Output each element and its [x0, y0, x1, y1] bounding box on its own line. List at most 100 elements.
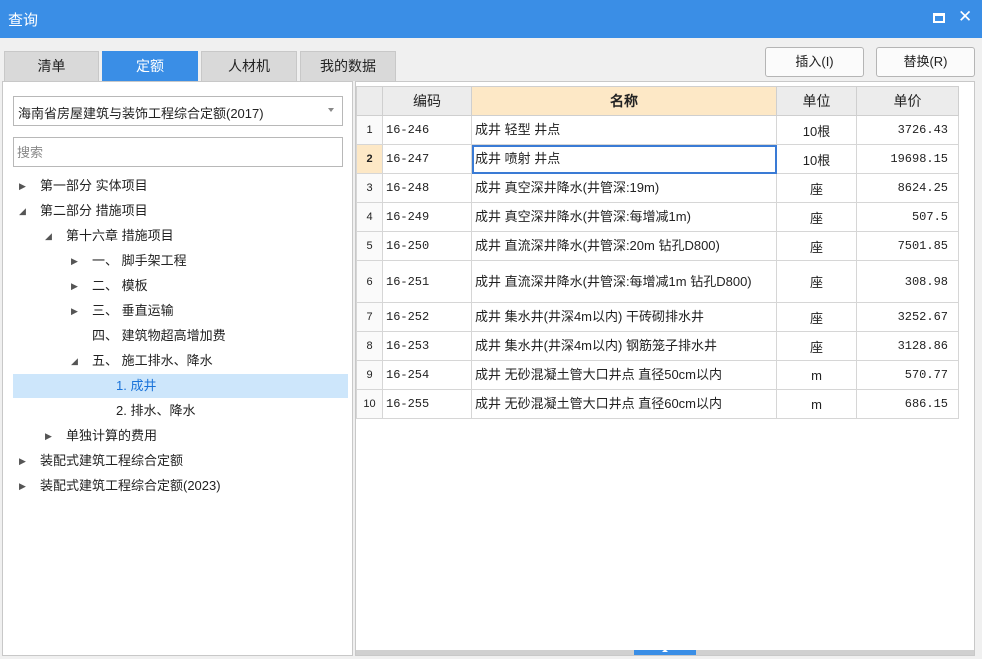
tab-bill[interactable]: 清单 [4, 51, 99, 81]
cell-code[interactable]: 16-253 [382, 331, 472, 361]
cell-unit[interactable]: 座 [776, 231, 857, 261]
cell-unit[interactable]: 10根 [776, 115, 857, 145]
replace-button[interactable]: 替换(R) [876, 47, 975, 77]
maximize-icon[interactable] [933, 13, 945, 23]
cell-price[interactable]: 507.5 [856, 202, 959, 232]
tab-my-data[interactable]: 我的数据 [300, 51, 396, 81]
cell-name[interactable]: 成井 集水井(井深4m以内) 钢筋笼子排水井 [471, 331, 777, 361]
cell-code[interactable]: 16-247 [382, 144, 472, 174]
column-header-unit[interactable]: 单位 [776, 86, 857, 116]
cell-price[interactable]: 7501.85 [856, 231, 959, 261]
cell-name[interactable]: 成井 无砂混凝土管大口井点 直径50cm以内 [471, 360, 777, 390]
cell-code[interactable]: 16-255 [382, 389, 472, 419]
cell-code[interactable]: 16-251 [382, 260, 472, 303]
cell-code[interactable]: 16-252 [382, 302, 472, 332]
tree-node[interactable]: ◢ 五、 施工排水、降水 [3, 349, 352, 373]
collapse-icon[interactable]: ◢ [71, 349, 78, 373]
table-row[interactable]: 4 16-249 成井 真空深井降水(井管深:每增减1m) 座 507.5 [356, 202, 959, 232]
cell-code[interactable]: 16-248 [382, 173, 472, 203]
table-row-selected[interactable]: 2 16-247 成井 喷射 井点 10根 19698.15 [356, 144, 959, 174]
tree-node-selected[interactable]: 1. 成井 [13, 374, 348, 398]
expand-icon[interactable]: ▶ [19, 474, 26, 498]
library-tree-panel: 海南省房屋建筑与装饰工程综合定额(2017) ▶ 第一部分 实体项目 ◢ 第二部… [2, 81, 353, 656]
cell-unit[interactable]: 10根 [776, 144, 857, 174]
chevron-down-icon [328, 108, 334, 112]
tab-quota[interactable]: 定额 [102, 51, 198, 81]
column-header-code[interactable]: 编码 [382, 86, 472, 116]
cell-name[interactable]: 成井 无砂混凝土管大口井点 直径60cm以内 [471, 389, 777, 419]
expand-icon[interactable]: ▶ [71, 249, 78, 273]
tree-node-label: 装配式建筑工程综合定额 [40, 453, 184, 468]
cell-name[interactable]: 成井 轻型 井点 [471, 115, 777, 145]
cell-unit[interactable]: 座 [776, 331, 857, 361]
close-icon[interactable]: ✕ [958, 6, 972, 28]
row-index: 5 [356, 231, 383, 261]
row-index: 6 [356, 260, 383, 303]
cell-price[interactable]: 570.77 [856, 360, 959, 390]
horizontal-scrollbar[interactable] [356, 649, 974, 655]
tree-node[interactable]: ◢ 第十六章 措施项目 [3, 224, 352, 248]
tree-node[interactable]: ▶ 二、 模板 [3, 274, 352, 298]
cell-price[interactable]: 19698.15 [856, 144, 959, 174]
collapse-icon[interactable]: ◢ [45, 224, 52, 248]
tree-node[interactable]: ▶ 第一部分 实体项目 [3, 174, 352, 198]
table-row[interactable]: 7 16-252 成井 集水井(井深4m以内) 干砖砌排水井 座 3252.67 [356, 302, 959, 332]
window-title: 查询 [8, 12, 39, 29]
expand-icon[interactable]: ▶ [45, 424, 52, 448]
cell-price[interactable]: 3726.43 [856, 115, 959, 145]
tree-node-label: 三、 垂直运输 [92, 303, 174, 318]
cell-price[interactable]: 308.98 [856, 260, 959, 303]
cell-unit[interactable]: 座 [776, 302, 857, 332]
table-row[interactable]: 3 16-248 成井 真空深井降水(井管深:19m) 座 8624.25 [356, 173, 959, 203]
expand-icon[interactable]: ▶ [19, 174, 26, 198]
table-row[interactable]: 6 16-251 成井 直流深井降水(井管深:每增减1m 钻孔D800) 座 3… [356, 260, 959, 303]
cell-code[interactable]: 16-250 [382, 231, 472, 261]
scrollbar-thumb[interactable] [634, 649, 696, 655]
quota-grid-panel: 编码 名称 单位 单价 1 16-246 成井 轻型 井点 10根 3726.4… [355, 81, 975, 656]
cell-code[interactable]: 16-249 [382, 202, 472, 232]
tree-node[interactable]: ▶ 三、 垂直运输 [3, 299, 352, 323]
tree-node[interactable]: ◢ 第二部分 措施项目 [3, 199, 352, 223]
tree-node[interactable]: ▶ 一、 脚手架工程 [3, 249, 352, 273]
tree-node[interactable]: ▶ 单独计算的费用 [3, 424, 352, 448]
tab-labor-material-machine[interactable]: 人材机 [201, 51, 297, 81]
title-bar: 查询 ✕ [0, 0, 982, 38]
table-row[interactable]: 8 16-253 成井 集水井(井深4m以内) 钢筋笼子排水井 座 3128.8… [356, 331, 959, 361]
tree-node[interactable]: ▶ 装配式建筑工程综合定额 [3, 449, 352, 473]
cell-price[interactable]: 8624.25 [856, 173, 959, 203]
cell-unit[interactable]: m [776, 360, 857, 390]
insert-button[interactable]: 插入(I) [765, 47, 864, 77]
column-header-price[interactable]: 单价 [856, 86, 959, 116]
cell-unit[interactable]: 座 [776, 202, 857, 232]
tree-node[interactable]: 四、 建筑物超高增加费 [3, 324, 352, 348]
expand-icon[interactable]: ▶ [71, 274, 78, 298]
expand-icon[interactable]: ▶ [19, 449, 26, 473]
cell-name[interactable]: 成井 直流深井降水(井管深:20m 钻孔D800) [471, 231, 777, 261]
cell-price[interactable]: 686.15 [856, 389, 959, 419]
search-input[interactable] [13, 137, 343, 167]
cell-name[interactable]: 成井 喷射 井点 [471, 144, 777, 174]
table-row[interactable]: 9 16-254 成井 无砂混凝土管大口井点 直径50cm以内 m 570.77 [356, 360, 959, 390]
library-select[interactable]: 海南省房屋建筑与装饰工程综合定额(2017) [13, 96, 343, 126]
cell-unit[interactable]: m [776, 389, 857, 419]
cell-price[interactable]: 3128.86 [856, 331, 959, 361]
cell-name[interactable]: 成井 直流深井降水(井管深:每增减1m 钻孔D800) [471, 260, 777, 303]
expand-icon[interactable]: ▶ [71, 299, 78, 323]
cell-code[interactable]: 16-254 [382, 360, 472, 390]
tree-node[interactable]: 2. 排水、降水 [3, 399, 352, 423]
tree-node[interactable]: ▶ 装配式建筑工程综合定额(2023) [3, 474, 352, 498]
cell-code[interactable]: 16-246 [382, 115, 472, 145]
table-row[interactable]: 1 16-246 成井 轻型 井点 10根 3726.43 [356, 115, 959, 145]
cell-unit[interactable]: 座 [776, 173, 857, 203]
cell-price[interactable]: 3252.67 [856, 302, 959, 332]
tree-node-label: 二、 模板 [92, 278, 148, 293]
collapse-icon[interactable]: ◢ [19, 199, 26, 223]
cell-name[interactable]: 成井 集水井(井深4m以内) 干砖砌排水井 [471, 302, 777, 332]
cell-name[interactable]: 成井 真空深井降水(井管深:19m) [471, 173, 777, 203]
table-row[interactable]: 10 16-255 成井 无砂混凝土管大口井点 直径60cm以内 m 686.1… [356, 389, 959, 419]
cell-name[interactable]: 成井 真空深井降水(井管深:每增减1m) [471, 202, 777, 232]
column-header-name[interactable]: 名称 [471, 86, 777, 116]
table-row[interactable]: 5 16-250 成井 直流深井降水(井管深:20m 钻孔D800) 座 750… [356, 231, 959, 261]
cell-unit[interactable]: 座 [776, 260, 857, 303]
row-index: 1 [356, 115, 383, 145]
